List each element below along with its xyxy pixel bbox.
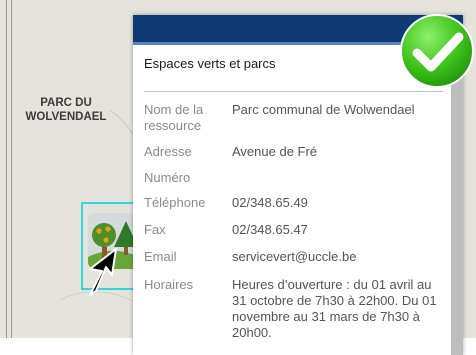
attribute-value: Parc communal de Wolwendael bbox=[232, 102, 415, 117]
attribute-value[interactable]: servicevert@uccle.be bbox=[232, 249, 444, 265]
attribute-value: 02/348.65.49 bbox=[232, 195, 308, 210]
attribute-value: Avenue de Fré bbox=[232, 144, 318, 159]
attribute-label: Numéro bbox=[144, 170, 191, 185]
title-divider bbox=[144, 91, 443, 92]
attribute-label: Téléphone bbox=[144, 195, 206, 210]
attribute-label: Email bbox=[144, 249, 177, 264]
attribute-value: Heures d’ouverture : du 01 avril au 31 o… bbox=[232, 277, 437, 340]
attribute-label: Adresse bbox=[144, 144, 192, 159]
map-boundary-line bbox=[0, 0, 16, 338]
green-checkmark-icon bbox=[399, 13, 476, 90]
attribute-label: Nom de la ressource bbox=[144, 102, 204, 133]
attribute-label: Fax bbox=[144, 222, 166, 237]
mouse-pointer-icon bbox=[86, 245, 126, 297]
attribute-value: 02/348.65.47 bbox=[232, 222, 308, 237]
popup-title: Espaces verts et parcs bbox=[144, 56, 276, 71]
park-name-label: PARC DU WOLVENDAEL bbox=[25, 97, 107, 123]
popup-scrollbar[interactable] bbox=[451, 45, 463, 355]
attribute-label: Horaires bbox=[144, 277, 194, 292]
